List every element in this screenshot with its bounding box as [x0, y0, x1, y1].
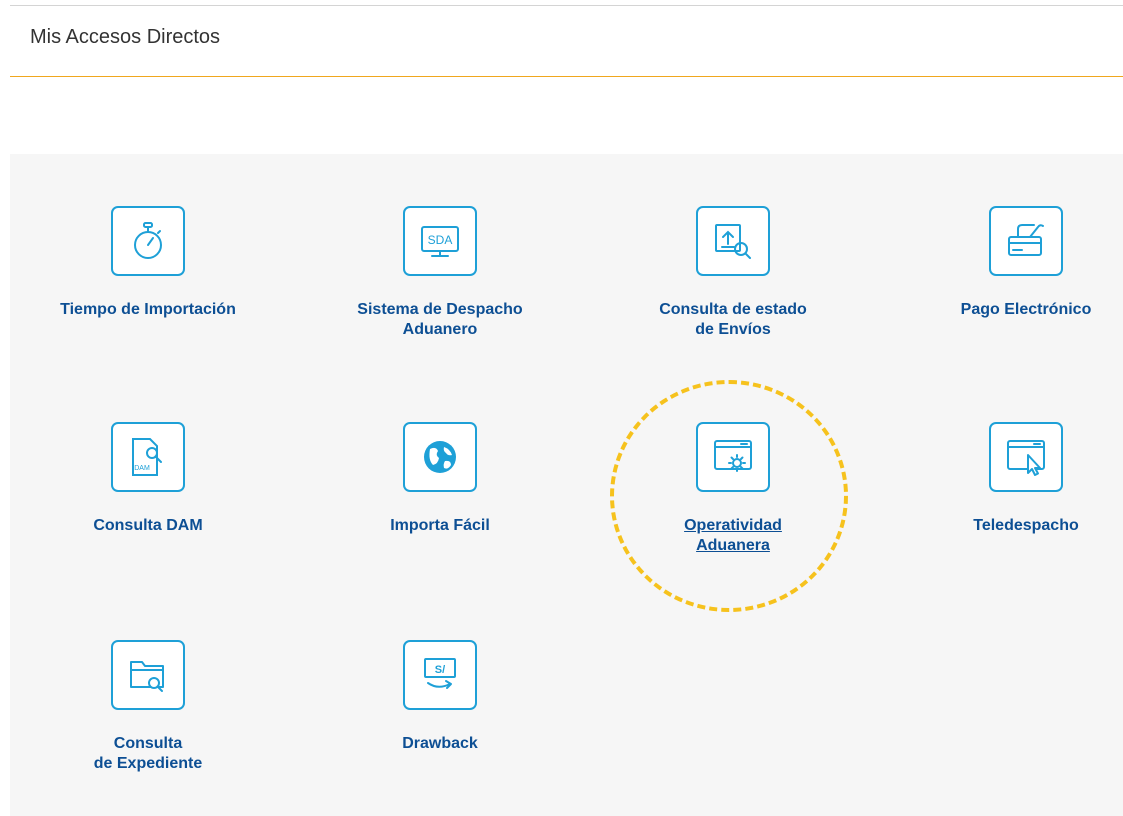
shortcut-consulta-envios[interactable]: Consulta de estado de Envíos [613, 206, 853, 340]
money-icon-text: S/ [435, 664, 445, 676]
shortcut-label: Tiempo de Importación [60, 301, 236, 318]
shortcut-pago-electronico[interactable]: Pago Electrónico [906, 206, 1123, 320]
card-payment-icon [989, 206, 1063, 276]
shortcut-label: Consulta de Expediente [93, 735, 203, 772]
browser-gear-icon [696, 422, 770, 492]
shortcut-teledespacho[interactable]: Teledespacho [906, 422, 1123, 536]
shortcut-label: Drawback [402, 735, 478, 752]
upload-search-icon [696, 206, 770, 276]
dam-icon-text: DAM [134, 465, 150, 472]
header-accent-divider [10, 76, 1123, 77]
browser-cursor-icon [989, 422, 1063, 492]
shortcut-label: Operatividad Aduanera [684, 517, 782, 554]
section-title: Mis Accesos Directos [30, 26, 221, 48]
shortcut-consulta-dam[interactable]: DAM Consulta DAM [28, 422, 268, 536]
shortcut-label: Consulta de estado de Envíos [659, 301, 807, 338]
shortcut-operatividad-aduanera[interactable]: Operatividad Aduanera [613, 422, 853, 556]
shortcut-tiempo-importacion[interactable]: Tiempo de Importación [28, 206, 268, 320]
money-refund-icon: S/ [403, 640, 477, 710]
stopwatch-icon [111, 206, 185, 276]
globe-icon [403, 422, 477, 492]
shortcut-label: Sistema de Despacho Aduanero [357, 301, 523, 338]
folder-search-icon [111, 640, 185, 710]
shortcut-label: Importa Fácil [390, 517, 490, 534]
shortcut-label: Teledespacho [973, 517, 1079, 534]
shortcut-label: Pago Electrónico [960, 301, 1092, 318]
shortcut-consulta-expediente[interactable]: Consulta de Expediente [28, 640, 268, 774]
sda-icon-text: SDA [428, 233, 453, 247]
top-divider [10, 5, 1123, 6]
dam-document-search-icon: DAM [111, 422, 185, 492]
shortcut-sistema-despacho[interactable]: SDA Sistema de Despacho Aduanero [320, 206, 560, 340]
shortcut-drawback[interactable]: S/ Drawback [320, 640, 560, 754]
sda-monitor-icon: SDA [403, 206, 477, 276]
shortcut-importa-facil[interactable]: Importa Fácil [320, 422, 560, 536]
shortcut-label: Consulta DAM [93, 517, 203, 534]
